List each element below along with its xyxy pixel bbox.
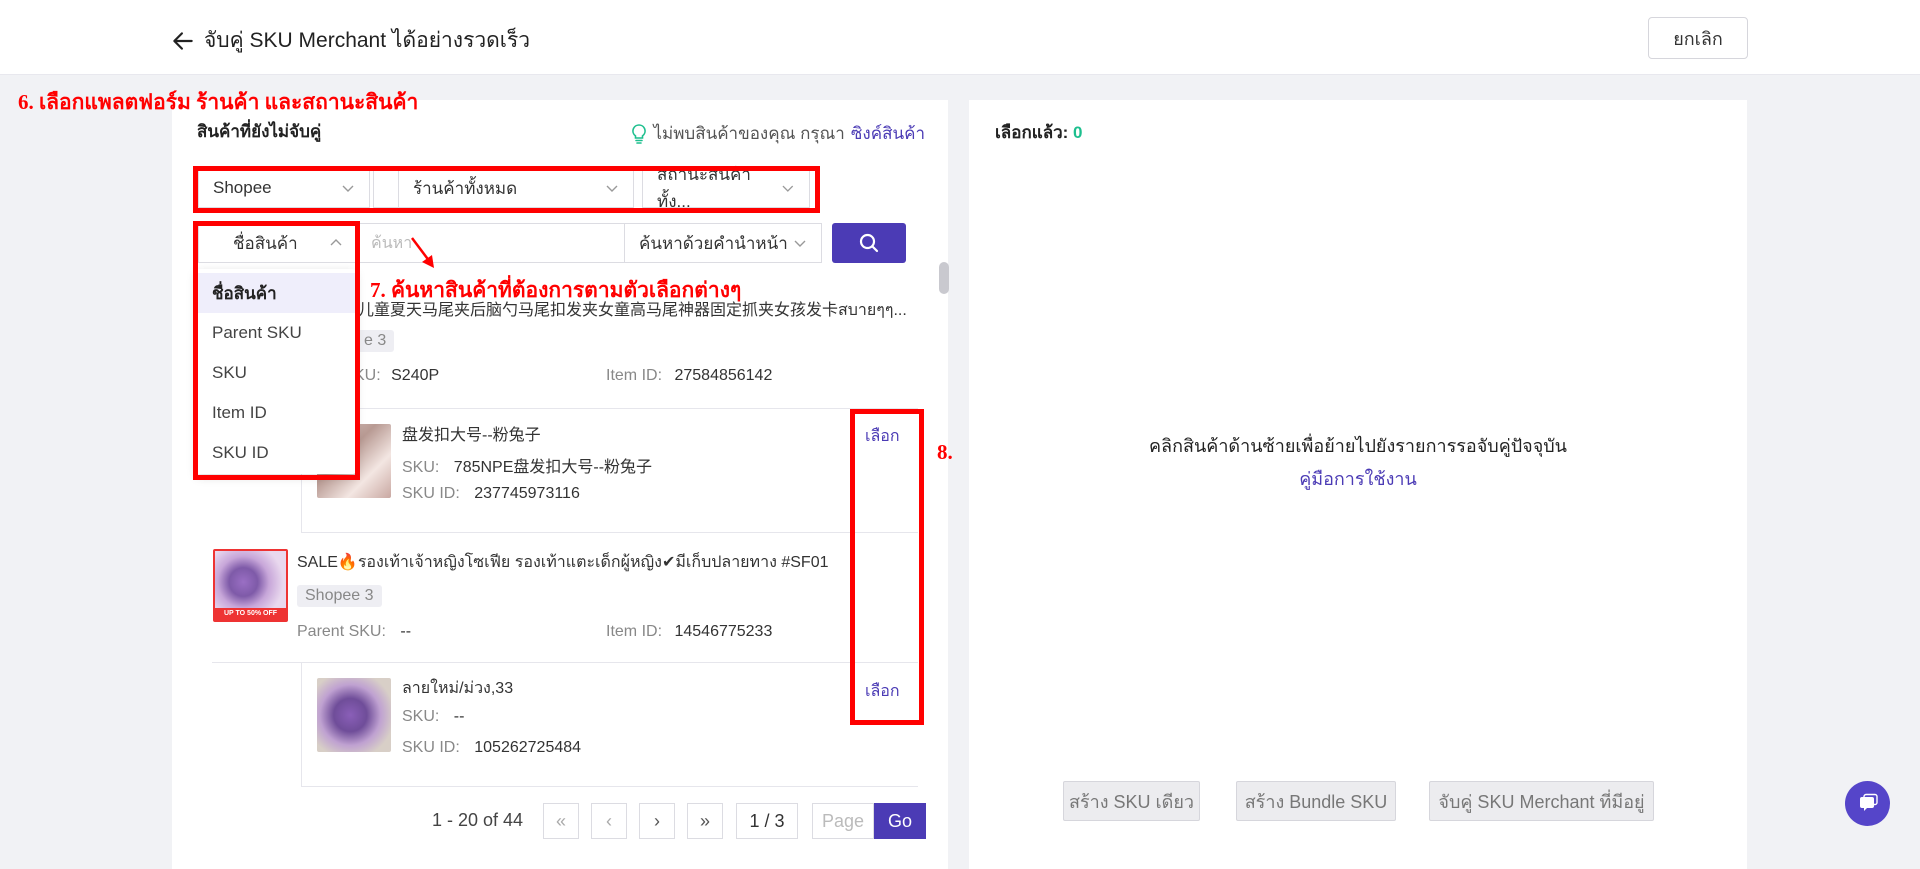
item-id-label: Item ID: [606, 623, 663, 640]
product-item-id-row: Item ID: 27584856142 [606, 367, 772, 385]
back-arrow-icon [173, 31, 193, 50]
selected-count-label: เลือกแล้ว: 0 [995, 119, 1083, 146]
page-indicator: 1 / 3 [736, 803, 798, 839]
list-scrollbar[interactable] [939, 262, 949, 294]
first-page-button[interactable]: « [543, 803, 579, 839]
user-manual-link[interactable]: คู่มือการใช้งาน [969, 464, 1747, 493]
search-mode-value: ค้นหาด้วยคำนำหน้า [639, 233, 788, 253]
divider [301, 532, 918, 533]
sku-value: 785NPE盘发扣大号--粉兔子 [453, 459, 653, 476]
panel-title: สินค้าที่ยังไม่จับคู่ [197, 122, 322, 141]
divider [212, 662, 918, 663]
annotation-box-pick [850, 409, 924, 725]
sku-label: SKU: [402, 708, 440, 725]
sku-value: S240P [391, 367, 440, 384]
page-input[interactable]: Page [812, 803, 874, 839]
annotation-box-filters [193, 166, 820, 213]
selected-label-text: เลือกแล้ว: [995, 123, 1069, 142]
sku-id-value: 237745973116 [474, 485, 580, 502]
product-tag: e 3 [356, 330, 395, 352]
annotation-step-6: 6. เลือกแพลตฟอร์ม ร้านค้า และสถานะสินค้า [18, 90, 419, 114]
annotation-step-8: 8. [937, 440, 953, 464]
sku-id-label: SKU ID: [402, 739, 460, 756]
not-found-hint: ไม่พบสินค้าของคุณ กรุณา ซิงค์สินค้า [631, 120, 925, 147]
parent-sku-value: -- [400, 623, 412, 640]
variant-indent-line [301, 662, 302, 786]
top-bar: จับคู่ SKU Merchant ได้อย่างรวดเร็ว ยกเล… [0, 0, 1920, 75]
page-title: จับคู่ SKU Merchant ได้อย่างรวดเร็ว [204, 29, 531, 52]
product-sku-row: KU: S240P [354, 367, 439, 385]
back-button[interactable]: จับคู่ SKU Merchant ได้อย่างรวดเร็ว [170, 24, 530, 57]
go-button[interactable]: Go [874, 803, 926, 839]
product-thumbnail: UP TO 50% OFF [213, 549, 288, 622]
search-input[interactable]: ค้นหา [358, 223, 626, 263]
search-icon [859, 233, 879, 253]
chat-button[interactable] [1845, 781, 1890, 826]
sku-value: -- [453, 708, 465, 725]
item-id-label: Item ID: [606, 367, 663, 384]
chevron-down-icon [794, 240, 806, 247]
next-page-button[interactable]: › [639, 803, 675, 839]
sku-id-label: SKU ID: [402, 485, 460, 502]
search-mode-select[interactable]: ค้นหาด้วยคำนำหน้า [624, 223, 822, 263]
item-id-value: 27584856142 [674, 367, 773, 384]
selected-count-value: 0 [1073, 123, 1083, 142]
empty-state-message: คลิกสินค้าด้านซ้ายเพื่อย้ายไปยังรายการรอ… [1149, 436, 1567, 456]
not-found-text: ไม่พบสินค้าของคุณ กรุณา [653, 124, 845, 143]
product-parent-sku-row: Parent SKU: -- [297, 623, 411, 641]
product-name: SALE🔥รองเท้าเจ้าหญิงโซเฟีย รองเท้าแตะเด็… [297, 554, 829, 571]
item-id-value: 14546775233 [674, 623, 773, 640]
create-bundle-sku-button[interactable]: สร้าง Bundle SKU [1236, 781, 1396, 821]
last-page-button[interactable]: » [687, 803, 723, 839]
search-button[interactable] [832, 223, 906, 263]
sku-label: SKU: [402, 459, 440, 476]
create-single-sku-button[interactable]: สร้าง SKU เดียว [1063, 781, 1200, 821]
product-item-id-row: Item ID: 14546775233 [606, 623, 772, 641]
search-placeholder: ค้นหา [371, 234, 413, 252]
variant-sku-id-row: SKU ID: 237745973116 [402, 485, 580, 503]
variant-sku-row: SKU: -- [402, 708, 464, 726]
thumbnail-sale-badge: UP TO 50% OFF [215, 608, 286, 620]
variant-thumbnail [317, 678, 391, 752]
cancel-button[interactable]: ยกเลิก [1648, 17, 1748, 59]
chat-icon [1859, 793, 1878, 811]
sku-id-value: 105262725484 [474, 739, 582, 756]
pager-range: 1 - 20 of 44 [432, 810, 524, 830]
annotation-box-search-field [193, 221, 360, 480]
variant-name: 盘发扣大号--粉兔子 [402, 427, 541, 444]
prev-page-button[interactable]: ‹ [591, 803, 627, 839]
sync-products-link[interactable]: ซิงค์สินค้า [851, 120, 925, 147]
annotation-arrow-icon [411, 237, 434, 268]
parent-sku-label: Parent SKU: [297, 623, 386, 640]
divider [301, 786, 918, 787]
annotation-step-7: 7. ค้นหาสินค้าที่ต้องการตามตัวเลือกต่างๆ [370, 278, 742, 302]
variant-name: ลายใหม่/ม่วง,33 [402, 680, 514, 697]
bulb-icon [632, 123, 647, 144]
variant-sku-row: SKU: 785NPE盘发扣大号--粉兔子 [402, 453, 652, 477]
match-existing-sku-button[interactable]: จับคู่ SKU Merchant ที่มีอยู่ [1429, 781, 1654, 821]
variant-sku-id-row: SKU ID: 105262725484 [402, 739, 581, 757]
product-tag: Shopee 3 [297, 585, 382, 607]
